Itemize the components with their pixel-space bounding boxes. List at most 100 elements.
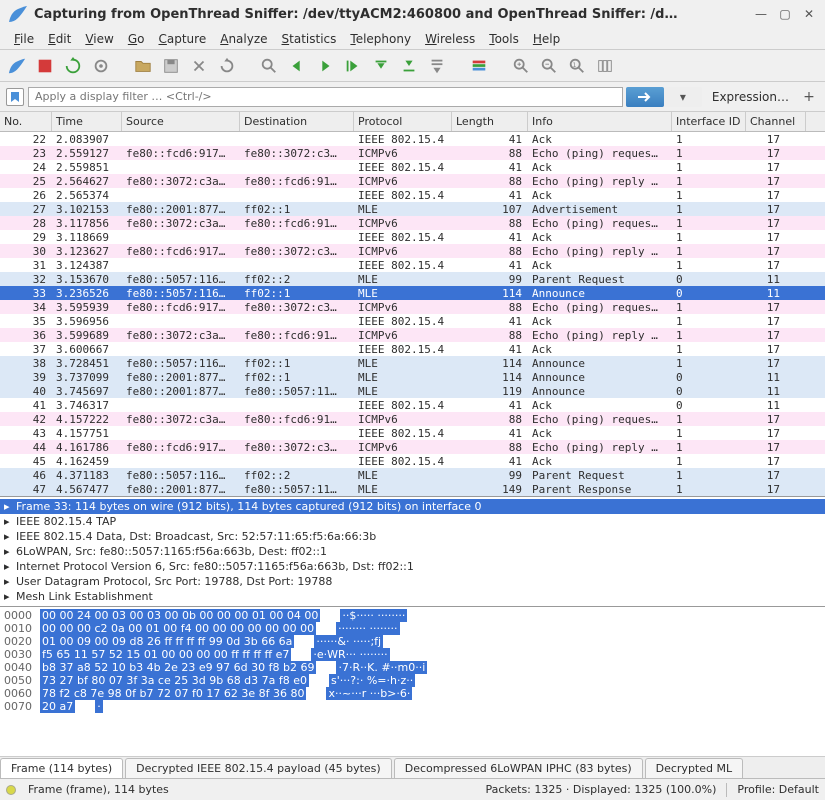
bytes-tab[interactable]: Decompressed 6LoWPAN IPHC (83 bytes) (394, 758, 643, 778)
go-first-icon[interactable] (370, 55, 392, 77)
bytes-tab[interactable]: Decrypted IEEE 802.15.4 payload (45 byte… (125, 758, 392, 778)
tree-item[interactable]: ▸IEEE 802.15.4 TAP (0, 514, 825, 529)
packet-row[interactable]: 303.123627fe80::fcd6:917…fe80::3072:c3…I… (0, 244, 825, 258)
col-channel[interactable]: Channel (746, 112, 806, 131)
hex-row[interactable]: 005073 27 bf 80 07 3f 3a ce 25 3d 9b 68 … (4, 674, 821, 687)
packet-row[interactable]: 383.728451fe80::5057:116…ff02::1MLE114An… (0, 356, 825, 370)
packet-row[interactable]: 343.595939fe80::fcd6:917…fe80::3072:c3…I… (0, 300, 825, 314)
reload-icon[interactable] (216, 55, 238, 77)
packet-row[interactable]: 424.157222fe80::3072:c3a…fe80::fcd6:91…I… (0, 412, 825, 426)
minimize-icon[interactable]: — (753, 6, 769, 22)
packet-list-header[interactable]: No. Time Source Destination Protocol Len… (0, 112, 825, 132)
packet-row[interactable]: 293.118669IEEE 802.15.441Ack117 (0, 230, 825, 244)
tree-item[interactable]: ▸6LoWPAN, Src: fe80::5057:1165:f56a:663b… (0, 544, 825, 559)
go-back-icon[interactable] (286, 55, 308, 77)
close-icon[interactable]: ✕ (801, 6, 817, 22)
col-no[interactable]: No. (0, 112, 52, 131)
col-iface[interactable]: Interface ID (672, 112, 746, 131)
col-proto[interactable]: Protocol (354, 112, 452, 131)
menu-view[interactable]: View (79, 30, 119, 47)
add-filter-button[interactable]: + (799, 89, 819, 105)
apply-filter-button[interactable] (626, 87, 664, 107)
display-filter-input[interactable] (28, 87, 623, 107)
hex-row[interactable]: 0040b8 37 a8 52 10 b3 4b 2e 23 e9 97 6d … (4, 661, 821, 674)
expert-info-icon[interactable] (6, 785, 16, 795)
menu-telephony[interactable]: Telephony (344, 30, 417, 47)
col-info[interactable]: Info (528, 112, 672, 131)
hex-row[interactable]: 002001 00 09 00 09 d8 26 ff ff ff ff 99 … (4, 635, 821, 648)
col-time[interactable]: Time (52, 112, 122, 131)
packet-row[interactable]: 333.236526fe80::5057:116…ff02::1MLE114An… (0, 286, 825, 300)
packet-row[interactable]: 363.599689fe80::3072:c3a…fe80::fcd6:91…I… (0, 328, 825, 342)
filter-dropdown-button[interactable]: ▾ (664, 87, 702, 107)
packet-row[interactable]: 222.083907IEEE 802.15.441Ack117 (0, 132, 825, 146)
bytes-tab[interactable]: Decrypted ML (645, 758, 743, 778)
stop-capture-icon[interactable] (34, 55, 56, 77)
hex-row[interactable]: 007020 a7 · (4, 700, 821, 713)
packet-row[interactable]: 313.124387IEEE 802.15.441Ack117 (0, 258, 825, 272)
menu-wireless[interactable]: Wireless (419, 30, 481, 47)
menu-go[interactable]: Go (122, 30, 151, 47)
menu-tools[interactable]: Tools (483, 30, 525, 47)
zoom-in-icon[interactable] (510, 55, 532, 77)
fin-icon[interactable] (6, 55, 28, 77)
status-profile[interactable]: Profile: Default (737, 783, 819, 796)
packet-row[interactable]: 373.600667IEEE 802.15.441Ack117 (0, 342, 825, 356)
col-dest[interactable]: Destination (240, 112, 354, 131)
packet-row[interactable]: 273.102153fe80::2001:877…ff02::1MLE107Ad… (0, 202, 825, 216)
tree-item[interactable]: ▸IEEE 802.15.4 Data, Dst: Broadcast, Src… (0, 529, 825, 544)
menu-statistics[interactable]: Statistics (276, 30, 343, 47)
tree-item[interactable]: ▸Mesh Link Establishment (0, 589, 825, 604)
bookmark-filter-icon[interactable] (6, 88, 24, 106)
packet-list[interactable]: No. Time Source Destination Protocol Len… (0, 112, 825, 497)
packet-row[interactable]: 242.559851IEEE 802.15.441Ack117 (0, 160, 825, 174)
menu-capture[interactable]: Capture (152, 30, 212, 47)
open-file-icon[interactable] (132, 55, 154, 77)
packet-row[interactable]: 474.567477fe80::2001:877…fe80::5057:11…M… (0, 482, 825, 496)
save-file-icon[interactable] (160, 55, 182, 77)
tree-item[interactable]: ▸User Datagram Protocol, Src Port: 19788… (0, 574, 825, 589)
auto-scroll-icon[interactable] (426, 55, 448, 77)
packet-row[interactable]: 262.565374IEEE 802.15.441Ack117 (0, 188, 825, 202)
packet-row[interactable]: 454.162459IEEE 802.15.441Ack117 (0, 454, 825, 468)
packet-row[interactable]: 434.157751IEEE 802.15.441Ack117 (0, 426, 825, 440)
go-last-icon[interactable] (398, 55, 420, 77)
zoom-reset-icon[interactable]: 1 (566, 55, 588, 77)
col-len[interactable]: Length (452, 112, 528, 131)
resize-columns-icon[interactable] (594, 55, 616, 77)
menu-file[interactable]: File (8, 30, 40, 47)
packet-row[interactable]: 393.737099fe80::2001:877…ff02::1MLE114An… (0, 370, 825, 384)
packet-row[interactable]: 232.559127fe80::fcd6:917…fe80::3072:c3…I… (0, 146, 825, 160)
packet-row[interactable]: 323.153670fe80::5057:116…ff02::2MLE99Par… (0, 272, 825, 286)
packet-row[interactable]: 413.746317IEEE 802.15.441Ack011 (0, 398, 825, 412)
packet-row[interactable]: 403.745697fe80::2001:877…fe80::5057:11…M… (0, 384, 825, 398)
menu-edit[interactable]: Edit (42, 30, 77, 47)
packet-row[interactable]: 353.596956IEEE 802.15.441Ack117 (0, 314, 825, 328)
tree-item[interactable]: ▸Internet Protocol Version 6, Src: fe80:… (0, 559, 825, 574)
restart-capture-icon[interactable] (62, 55, 84, 77)
go-to-packet-icon[interactable] (342, 55, 364, 77)
hex-row[interactable]: 006078 f2 c8 7e 98 0f b7 72 07 f0 17 62 … (4, 687, 821, 700)
packet-row[interactable]: 464.371183fe80::5057:116…ff02::2MLE99Par… (0, 468, 825, 482)
col-source[interactable]: Source (122, 112, 240, 131)
menu-analyze[interactable]: Analyze (214, 30, 273, 47)
packet-row[interactable]: 283.117856fe80::3072:c3a…fe80::fcd6:91…I… (0, 216, 825, 230)
expression-button[interactable]: Expression… (702, 90, 799, 104)
tree-item[interactable]: ▸Frame 33: 114 bytes on wire (912 bits),… (0, 499, 825, 514)
packet-details-pane[interactable]: ▸Frame 33: 114 bytes on wire (912 bits),… (0, 497, 825, 607)
maximize-icon[interactable]: ▢ (777, 6, 793, 22)
hex-row[interactable]: 0030f5 65 11 57 52 15 01 00 00 00 00 ff … (4, 648, 821, 661)
close-file-icon[interactable] (188, 55, 210, 77)
packet-row[interactable]: 444.161786fe80::fcd6:917…fe80::3072:c3…I… (0, 440, 825, 454)
packet-bytes-pane[interactable]: 000000 00 24 00 03 00 03 00 0b 00 00 00 … (0, 607, 825, 756)
find-packet-icon[interactable] (258, 55, 280, 77)
menu-help[interactable]: Help (527, 30, 566, 47)
colorize-icon[interactable] (468, 55, 490, 77)
capture-options-icon[interactable] (90, 55, 112, 77)
hex-row[interactable]: 001000 00 00 c2 0a 00 01 00 f4 00 00 00 … (4, 622, 821, 635)
go-forward-icon[interactable] (314, 55, 336, 77)
zoom-out-icon[interactable] (538, 55, 560, 77)
packet-row[interactable]: 252.564627fe80::3072:c3a…fe80::fcd6:91…I… (0, 174, 825, 188)
hex-row[interactable]: 000000 00 24 00 03 00 03 00 0b 00 00 00 … (4, 609, 821, 622)
bytes-tab[interactable]: Frame (114 bytes) (0, 758, 123, 778)
